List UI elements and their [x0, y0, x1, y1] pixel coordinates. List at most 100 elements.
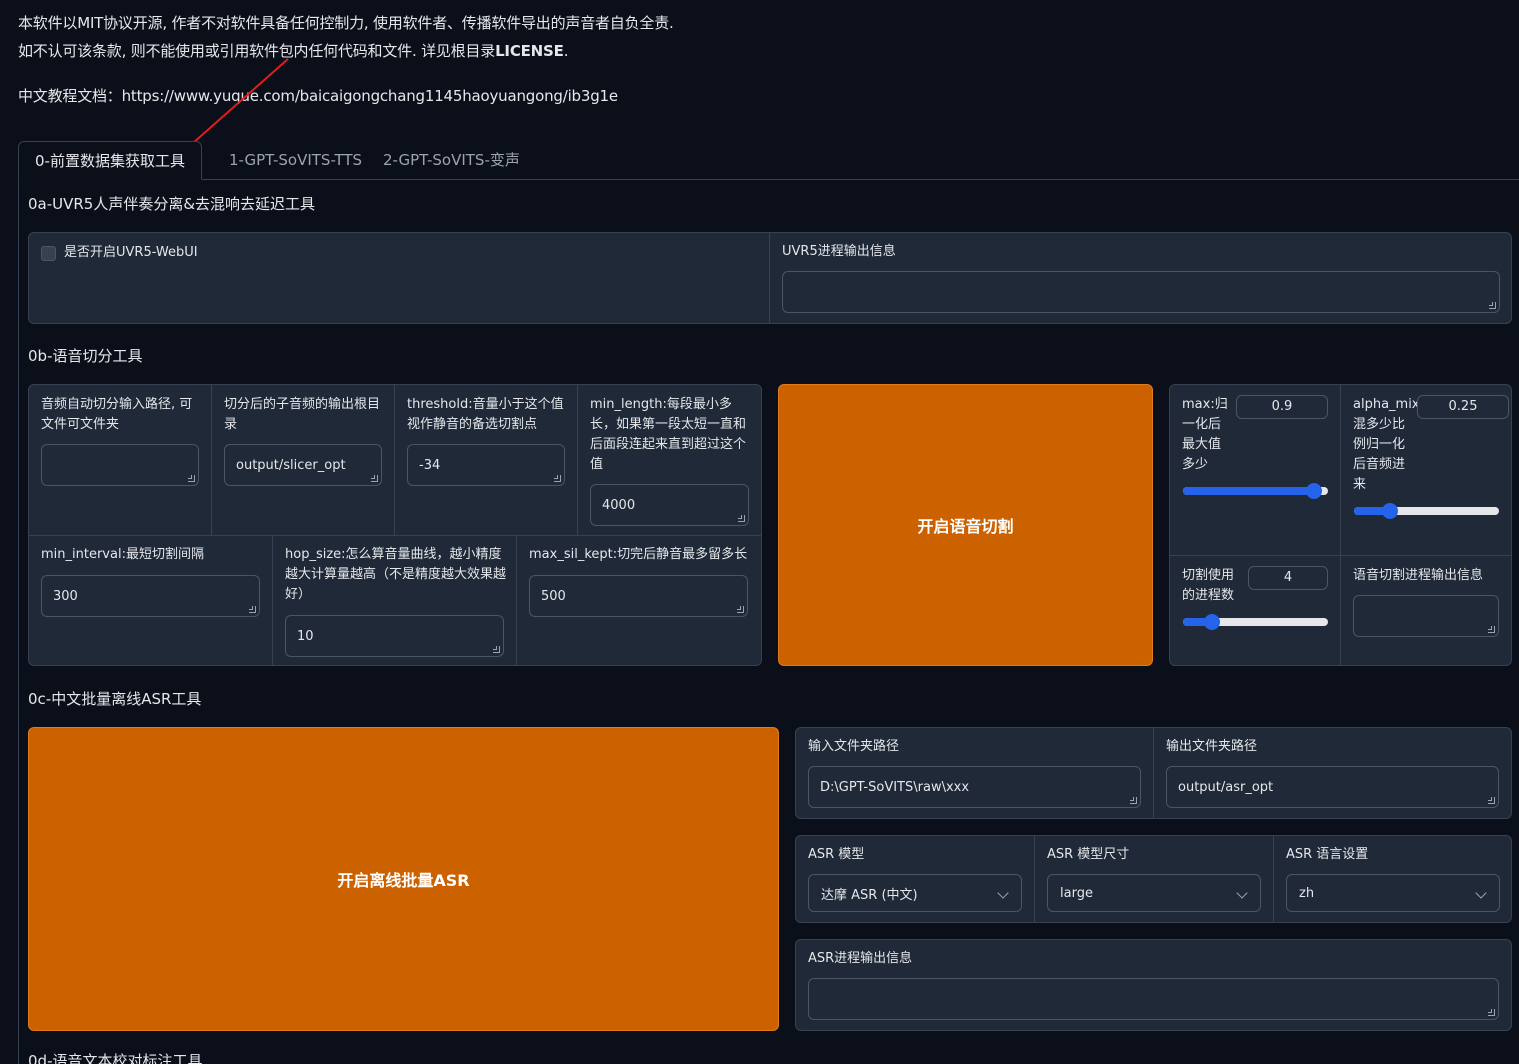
uvr5-divider [769, 233, 770, 323]
row-divider [29, 535, 761, 536]
alpha-mix-number-input[interactable]: 0.25 [1417, 395, 1509, 419]
col-divider [577, 385, 578, 535]
chevron-down-icon [997, 887, 1009, 899]
slicer-input-path-textbox[interactable] [41, 444, 199, 486]
asr-size-dropdown[interactable]: large [1047, 874, 1261, 912]
asr-size-label: ASR 模型尺寸 [1047, 847, 1130, 862]
alpha-mix-slider-thumb[interactable] [1382, 503, 1399, 519]
uvr5-enable-label: 是否开启UVR5-WebUI [64, 245, 198, 260]
hop-size-value: 10 [297, 628, 314, 644]
asr-output-textbox[interactable]: output/asr_opt [1166, 766, 1499, 808]
license-link: LICENSE [495, 42, 564, 60]
slicer-output-textbox[interactable] [1353, 595, 1499, 637]
asr-output-value: output/asr_opt [1178, 779, 1274, 795]
start-slicing-button[interactable]: 开启语音切割 [778, 384, 1153, 666]
slicer-params-panel: 音频自动切分输入路径, 可文件可文件夹 切分后的子音频的输出根目录 output… [28, 384, 762, 666]
asr-section-title: 0c-中文批量离线ASR工具 [28, 690, 202, 708]
tab-tts[interactable]: 1-GPT-SoVITS-TTS [229, 141, 362, 180]
alpha-mix-slider[interactable] [1354, 503, 1499, 519]
resize-grip-icon[interactable] [1488, 1009, 1495, 1016]
uvr5-enable-checkbox[interactable] [41, 246, 56, 261]
slicer-output-label: 语音切割进程输出信息 [1353, 568, 1484, 583]
procs-slider[interactable] [1183, 614, 1328, 630]
asr-size-value: large [1060, 885, 1093, 901]
asr-input-label: 输入文件夹路径 [808, 739, 900, 754]
col-divider [1153, 728, 1154, 818]
min-interval-value: 300 [53, 588, 78, 604]
doc-label: 中文教程文档： [18, 87, 122, 105]
threshold-textbox[interactable]: -34 [407, 444, 565, 486]
slicer-section-title: 0b-语音切分工具 [28, 347, 143, 365]
asr-lang-dropdown[interactable]: zh [1286, 874, 1500, 912]
max-slider[interactable] [1183, 483, 1328, 499]
license-notice-suffix: . [563, 42, 569, 60]
asr-model-dropdown[interactable]: 达摩 ASR (中文) [808, 874, 1022, 912]
asr-log-panel: ASR进程输出信息 [795, 939, 1512, 1031]
hop-size-textbox[interactable]: 10 [285, 615, 504, 657]
procs-number-input[interactable]: 4 [1248, 566, 1328, 590]
min-length-label: min_length:每段最小多长，如果第一段太短一直和后面段连起来直到超过这个… [590, 397, 747, 472]
min-length-value: 4000 [602, 497, 636, 513]
max-sil-kept-textbox[interactable]: 500 [529, 575, 748, 617]
resize-grip-icon[interactable] [1130, 797, 1137, 804]
col-divider [1273, 836, 1274, 922]
max-label: max:归一化后最大值多少 [1182, 397, 1228, 472]
slicer-input-path-label: 音频自动切分输入路径, 可文件可文件夹 [41, 397, 193, 432]
min-interval-label: min_interval:最短切割间隔 [41, 547, 204, 562]
min-length-textbox[interactable]: 4000 [590, 484, 749, 526]
max-number-input[interactable]: 0.9 [1236, 395, 1328, 419]
asr-lang-label: ASR 语言设置 [1286, 847, 1369, 862]
slicer-output-root-value: output/slicer_opt [236, 457, 346, 473]
uvr5-panel: 是否开启UVR5-WebUI UVR5进程输出信息 [28, 232, 1512, 324]
asr-input-textbox[interactable]: D:\GPT-SoVITS\raw\xxx [808, 766, 1141, 808]
procs-label: 切割使用的进程数 [1182, 568, 1235, 603]
max-slider-fill [1183, 487, 1314, 495]
asr-lang-value: zh [1299, 885, 1315, 901]
resize-grip-icon[interactable] [493, 646, 500, 653]
resize-grip-icon[interactable] [737, 606, 744, 613]
procs-slider-thumb[interactable] [1204, 614, 1220, 630]
resize-grip-icon[interactable] [1488, 797, 1495, 804]
resize-grip-icon[interactable] [1489, 302, 1496, 309]
resize-grip-icon[interactable] [249, 606, 256, 613]
asr-paths-panel: 输入文件夹路径 D:\GPT-SoVITS\raw\xxx 输出文件夹路径 ou… [795, 727, 1512, 819]
max-sil-kept-value: 500 [541, 588, 566, 604]
start-asr-button[interactable]: 开启离线批量ASR [28, 727, 779, 1031]
resize-grip-icon[interactable] [188, 475, 195, 482]
asr-model-label: ASR 模型 [808, 847, 865, 862]
uvr5-output-textbox[interactable] [782, 271, 1500, 313]
threshold-label: threshold:音量小于这个值视作静音的备选切割点 [407, 397, 564, 432]
uvr5-output-label: UVR5进程输出信息 [782, 244, 896, 259]
max-slider-thumb[interactable] [1305, 483, 1322, 499]
asr-output-label: 输出文件夹路径 [1166, 739, 1258, 754]
resize-grip-icon[interactable] [371, 475, 378, 482]
resize-grip-icon[interactable] [1488, 626, 1495, 633]
resize-grip-icon[interactable] [738, 515, 745, 522]
doc-link-row: 中文教程文档：https://www.yuque.com/baicaigongc… [18, 85, 618, 106]
resize-grip-icon[interactable] [554, 475, 561, 482]
asr-log-textbox[interactable] [808, 978, 1499, 1020]
uvr5-section-title: 0a-UVR5人声伴奏分离&去混响去延迟工具 [28, 195, 316, 213]
col-divider [1034, 836, 1035, 922]
row-divider [1170, 555, 1511, 556]
hop-size-label: hop_size:怎么算音量曲线，越小精度越大计算量越高（不是精度越大效果越好） [285, 547, 507, 602]
col-divider [211, 385, 212, 535]
slicer-output-root-label: 切分后的子音频的输出根目录 [224, 397, 381, 432]
threshold-value: -34 [419, 457, 441, 473]
asr-model-value: 达摩 ASR (中文) [821, 887, 918, 903]
col-divider [272, 535, 273, 665]
col-divider [516, 535, 517, 665]
asr-input-value: D:\GPT-SoVITS\raw\xxx [820, 779, 970, 795]
license-notice-line1: 本软件以MIT协议开源, 作者不对软件具备任何控制力, 使用软件者、传播软件导出… [18, 14, 674, 32]
proofread-section-title: 0d-语音文本校对标注工具 [28, 1052, 203, 1064]
slicer-settings-panel: max:归一化后最大值多少 0.9 alpha_mix:混多少比例归一化后音频进… [1169, 384, 1512, 666]
alpha-mix-label: alpha_mix:混多少比例归一化后音频进来 [1353, 397, 1424, 492]
min-interval-textbox[interactable]: 300 [41, 575, 260, 617]
chevron-down-icon [1475, 887, 1487, 899]
tab-voice-changer[interactable]: 2-GPT-SoVITS-变声 [383, 141, 520, 180]
slicer-output-root-textbox[interactable]: output/slicer_opt [224, 444, 382, 486]
max-sil-kept-label: max_sil_kept:切完后静音最多留多长 [529, 547, 748, 562]
asr-log-label: ASR进程输出信息 [808, 951, 913, 966]
asr-model-panel: ASR 模型 达摩 ASR (中文) ASR 模型尺寸 large ASR 语言… [795, 835, 1512, 923]
tab-dataset-tools[interactable]: 0-前置数据集获取工具 [18, 141, 202, 180]
